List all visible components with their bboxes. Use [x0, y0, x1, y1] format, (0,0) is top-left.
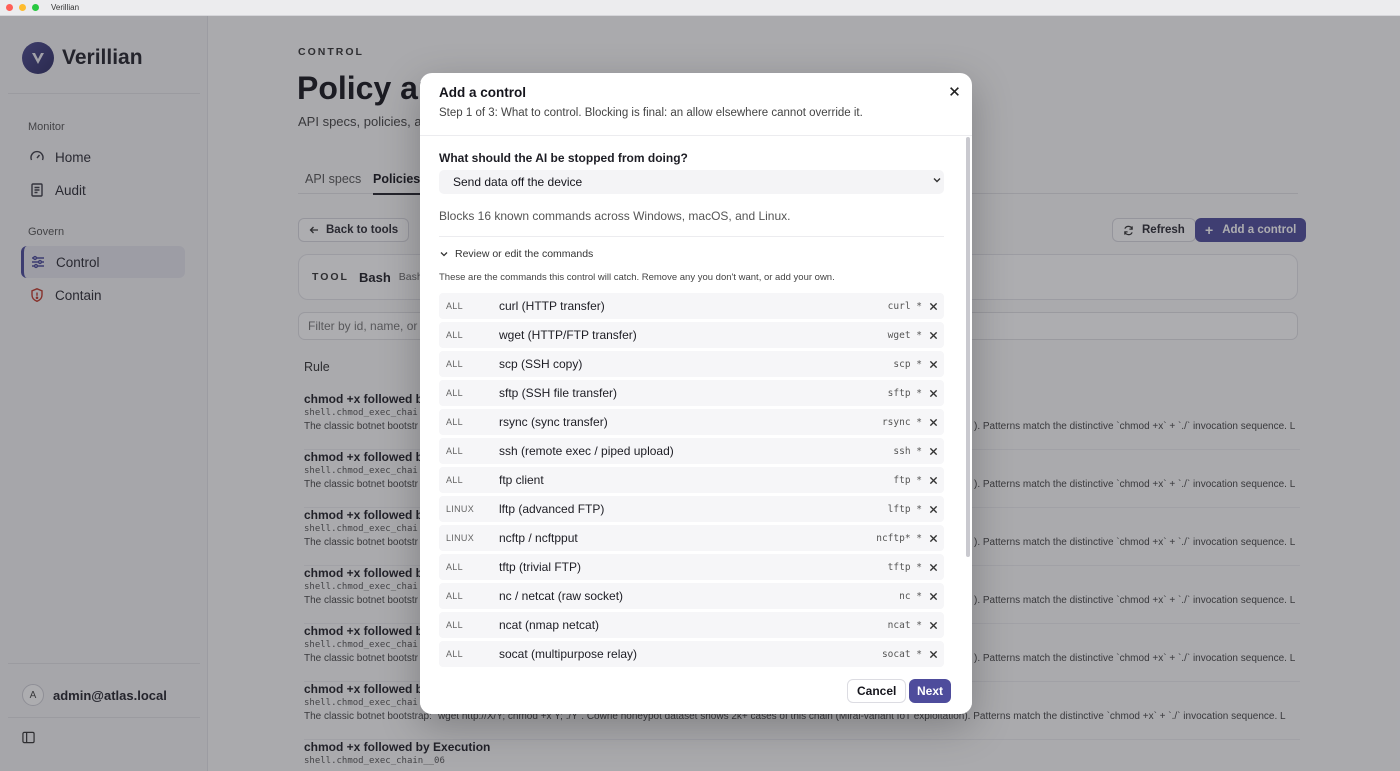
chevron-down-icon [439, 249, 449, 259]
command-pattern: socat * [881, 648, 922, 660]
command-pattern: ssh * [893, 445, 922, 457]
command-label: ncat (nmap netcat) [499, 618, 600, 632]
command-row: ALL ncat (nmap netcat) ncat * [439, 612, 944, 638]
command-os-badge: ALL [446, 562, 463, 572]
command-os-badge: ALL [446, 475, 463, 485]
command-os-badge: ALL [446, 620, 463, 630]
close-icon[interactable] [946, 83, 962, 99]
command-os-badge: ALL [446, 591, 463, 601]
commands-hint: These are the commands this control will… [439, 272, 835, 283]
dialog-title: Add a control [439, 85, 526, 100]
command-pattern: rsync * [881, 416, 922, 428]
command-label: rsync (sync transfer) [499, 415, 608, 429]
command-row: ALL curl (HTTP transfer) curl * [439, 293, 944, 319]
command-row: LINUX lftp (advanced FTP) lftp * [439, 496, 944, 522]
remove-command-icon[interactable] [927, 358, 939, 370]
dialog-scrollbar[interactable] [966, 137, 970, 557]
command-row: ALL ftp client ftp * [439, 467, 944, 493]
control-type-value: Send data off the device [453, 175, 583, 189]
command-list: ALL curl (HTTP transfer) curl * ALL wget (HT… [439, 293, 944, 667]
dialog-divider [439, 236, 944, 237]
command-pattern: wget * [887, 329, 922, 341]
remove-command-icon[interactable] [927, 445, 939, 457]
command-os-badge: ALL [446, 301, 463, 311]
remove-command-icon[interactable] [927, 387, 939, 399]
command-row: ALL rsync (sync transfer) rsync * [439, 409, 944, 435]
command-os-badge: ALL [446, 388, 463, 398]
remove-command-icon[interactable] [927, 474, 939, 486]
command-label: ftp client [499, 473, 544, 487]
command-os-badge: LINUX [446, 533, 475, 543]
command-os-badge: LINUX [446, 504, 475, 514]
command-pattern: tftp * [887, 561, 922, 573]
chevron-down-icon [932, 174, 942, 188]
command-label: socat (multipurpose relay) [499, 647, 638, 661]
command-label: ncftp / ncftpput [499, 531, 578, 545]
command-os-badge: ALL [446, 330, 463, 340]
remove-command-icon[interactable] [927, 619, 939, 631]
command-label: scp (SSH copy) [499, 357, 583, 371]
command-pattern: ftp * [893, 474, 922, 486]
dialog-divider [420, 135, 972, 136]
remove-command-icon[interactable] [927, 532, 939, 544]
command-label: wget (HTTP/FTP transfer) [499, 328, 637, 342]
remove-command-icon[interactable] [927, 561, 939, 573]
command-pattern: sftp * [887, 387, 922, 399]
control-type-select[interactable]: Send data off the device [439, 170, 944, 194]
next-button[interactable]: Next [909, 679, 952, 703]
command-row: ALL ssh (remote exec / piped upload) ssh * [439, 438, 944, 464]
command-label: nc / netcat (raw socket) [499, 589, 624, 603]
command-pattern: lftp * [887, 503, 922, 515]
command-os-badge: ALL [446, 359, 463, 369]
command-label: ssh (remote exec / piped upload) [499, 444, 674, 458]
remove-command-icon[interactable] [927, 300, 939, 312]
command-row: ALL tftp (trivial FTP) tftp * [439, 554, 944, 580]
dialog-step-text: Step 1 of 3: What to control. Blocking i… [439, 107, 863, 119]
remove-command-icon[interactable] [927, 648, 939, 660]
command-label: sftp (SSH file transfer) [499, 386, 618, 400]
remove-command-icon[interactable] [927, 503, 939, 515]
review-commands-label: Review or edit the commands [455, 248, 594, 260]
command-pattern: nc * [899, 590, 922, 602]
window-titlebar: Verillian [0, 0, 1400, 16]
window-title: Verillian [51, 3, 80, 12]
remove-command-icon[interactable] [927, 416, 939, 428]
command-pattern: curl * [887, 300, 922, 312]
zoom-window-button[interactable] [32, 4, 39, 11]
command-os-badge: ALL [446, 446, 463, 456]
control-summary: Blocks 16 known commands across Windows,… [439, 209, 791, 223]
command-label: lftp (advanced FTP) [499, 502, 605, 516]
command-pattern: ncftp* * [876, 532, 922, 544]
command-row: ALL scp (SSH copy) scp * [439, 351, 944, 377]
command-label: tftp (trivial FTP) [499, 560, 582, 574]
control-question: What should the AI be stopped from doing… [439, 151, 688, 165]
command-row: LINUX ncftp / ncftpput ncftp* * [439, 525, 944, 551]
command-row: ALL sftp (SSH file transfer) sftp * [439, 380, 944, 406]
command-pattern: ncat * [887, 619, 922, 631]
cancel-button[interactable]: Cancel [847, 679, 907, 703]
command-os-badge: ALL [446, 417, 463, 427]
command-row: ALL nc / netcat (raw socket) nc * [439, 583, 944, 609]
review-commands-toggle[interactable]: Review or edit the commands [439, 248, 593, 260]
command-row: ALL wget (HTTP/FTP transfer) wget * [439, 322, 944, 348]
remove-command-icon[interactable] [927, 329, 939, 341]
command-os-badge: ALL [446, 649, 463, 659]
command-label: curl (HTTP transfer) [499, 299, 605, 313]
minimize-window-button[interactable] [19, 4, 26, 11]
command-row: ALL socat (multipurpose relay) socat * [439, 641, 944, 667]
command-pattern: scp * [893, 358, 922, 370]
add-control-dialog: Add a control Step 1 of 3: What to contr… [420, 73, 972, 714]
remove-command-icon[interactable] [927, 590, 939, 602]
close-window-button[interactable] [6, 4, 13, 11]
